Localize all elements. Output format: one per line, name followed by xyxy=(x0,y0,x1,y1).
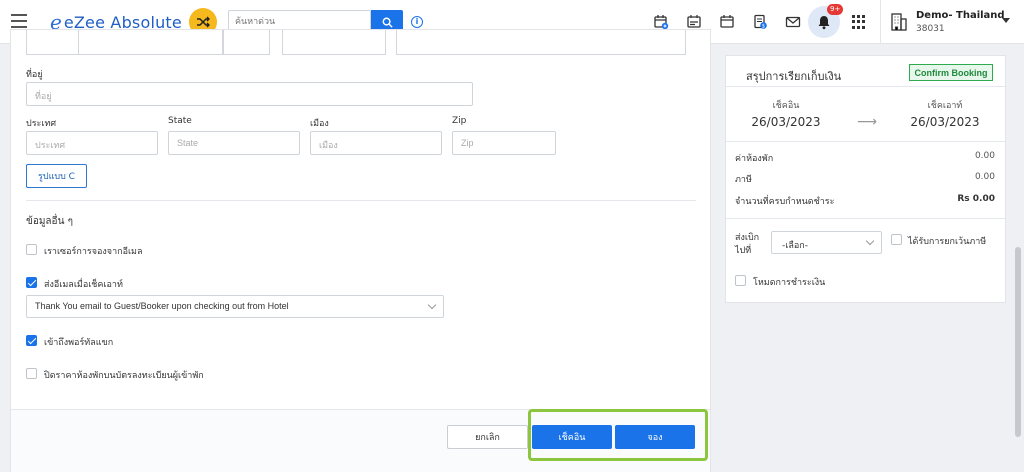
chevron-down-icon xyxy=(427,300,437,310)
checkout-label: เช็คเอาท์ xyxy=(927,101,963,111)
cut-off-field[interactable] xyxy=(78,30,223,55)
city-label: เมือง xyxy=(310,119,329,129)
apps-grid-icon[interactable] xyxy=(852,15,866,29)
cut-off-field[interactable] xyxy=(223,30,270,55)
city-field[interactable]: เมือง xyxy=(310,131,442,155)
address-placeholder: ที่อยู่ xyxy=(35,92,52,102)
summary-title: สรุปการเรียกเก็บเงิน xyxy=(746,70,842,83)
checkin-button[interactable]: เช็คอิน xyxy=(532,425,612,449)
summary-divider xyxy=(726,141,1005,142)
amount-due-label: จำนวนที่ครบกำหนดชำระ xyxy=(735,197,835,207)
option-label-voucher: เราเซอร์การจองจากอีเมล xyxy=(44,247,143,257)
cut-off-field[interactable] xyxy=(396,30,686,55)
option-label-checkout-email: ส่งอีเมลเมื่อเช็คเอาท์ xyxy=(44,280,123,290)
arrow-right-icon: ⟶ xyxy=(857,114,878,130)
invoice-icon[interactable]: $ xyxy=(750,12,770,32)
room-charge-label: ค่าห้องพัก xyxy=(735,154,774,164)
option-checkbox-hide-rate[interactable] xyxy=(26,368,37,379)
account-name[interactable]: Demo- Thailand xyxy=(916,10,1005,21)
checkin-date: 26/03/2023 xyxy=(751,115,821,129)
page-scrollbar[interactable] xyxy=(1015,247,1021,437)
book-button[interactable]: จอง xyxy=(615,425,695,449)
cut-off-field[interactable] xyxy=(282,30,386,55)
state-placeholder: State xyxy=(177,138,199,148)
send-to-select[interactable]: -เลือก- xyxy=(771,231,882,254)
shuffle-icon xyxy=(197,16,210,28)
tax-label: ภาษี xyxy=(735,175,752,185)
send-to-value: -เลือก- xyxy=(782,241,808,251)
option-checkbox-checkout-email[interactable] xyxy=(26,277,37,288)
payment-mode-label: โหมดการชำระเงิน xyxy=(753,278,826,288)
zip-field[interactable]: Zip xyxy=(452,131,556,155)
checkin-label: เช็คอิน xyxy=(772,101,800,111)
payment-mode-checkbox[interactable] xyxy=(735,275,746,286)
format-c-button[interactable]: รูปแบบ C xyxy=(26,164,87,188)
option-label-guest-portal: เข้าถึงพอร์ทัลแขก xyxy=(44,338,114,348)
status-badge: Confirm Booking xyxy=(909,64,993,81)
option-checkbox-guest-portal[interactable] xyxy=(26,335,37,346)
zip-placeholder: Zip xyxy=(461,138,474,148)
tax-value: 0.00 xyxy=(974,172,995,182)
chevron-down-icon[interactable] xyxy=(1002,18,1010,23)
menu-icon[interactable] xyxy=(11,14,27,28)
notification-count-badge: 9+ xyxy=(827,4,844,15)
address-label: ที่อยู่ xyxy=(26,70,43,80)
building-icon xyxy=(891,13,907,31)
country-label: ประเทศ xyxy=(26,119,57,129)
country-placeholder: ประเทศ xyxy=(35,141,66,151)
option-label-hide-rate: ปิดราคาห้องพักบนบัตรลงทะเบียนผู้เข้าพัก xyxy=(44,371,204,381)
summary-divider xyxy=(726,218,1005,219)
city-placeholder: เมือง xyxy=(319,141,338,151)
calendar-icon[interactable] xyxy=(717,12,737,32)
cut-off-field[interactable] xyxy=(26,30,81,55)
state-field[interactable]: State xyxy=(168,131,300,155)
cancel-button[interactable]: ยกเลิก xyxy=(447,425,528,449)
mail-icon[interactable] xyxy=(783,12,803,32)
country-field[interactable]: ประเทศ xyxy=(26,131,158,155)
other-info-title: ข้อมูลอื่น ๆ xyxy=(26,216,73,227)
checkout-date: 26/03/2023 xyxy=(910,115,980,129)
search-icon xyxy=(382,17,393,28)
chevron-down-icon xyxy=(865,236,875,246)
room-charge-value: 0.00 xyxy=(974,151,995,161)
bell-icon xyxy=(818,16,830,30)
address-field[interactable]: ที่อยู่ xyxy=(26,82,473,106)
summary-divider xyxy=(726,86,1005,87)
option-checkbox-voucher[interactable] xyxy=(26,244,37,255)
account-id: 38031 xyxy=(916,24,945,34)
checkout-email-template-value: Thank You email to Guest/Booker upon che… xyxy=(35,301,289,311)
reservation-form-panel: ที่อยู่ ที่อยู่ ประเทศ State เมือง Zip ป… xyxy=(10,29,711,472)
section-divider xyxy=(26,200,696,201)
tax-exempt-label: ได้รับการยกเว้นภาษี xyxy=(908,237,987,247)
send-to-label: ส่งเบิก ไปที่ xyxy=(735,233,760,256)
svg-text:$: $ xyxy=(762,23,765,29)
topbar-divider xyxy=(880,0,881,44)
tax-exempt-checkbox[interactable] xyxy=(891,234,902,245)
amount-due-value: Rs 0.00 xyxy=(957,194,995,204)
zip-label: Zip xyxy=(452,116,467,126)
billing-summary-panel: สรุปการเรียกเก็บเงิน Confirm Booking เช็… xyxy=(725,55,1006,303)
info-icon[interactable]: i xyxy=(411,16,423,28)
state-label: State xyxy=(168,116,192,126)
checkout-email-template-select[interactable]: Thank You email to Guest/Booker upon che… xyxy=(26,295,444,318)
